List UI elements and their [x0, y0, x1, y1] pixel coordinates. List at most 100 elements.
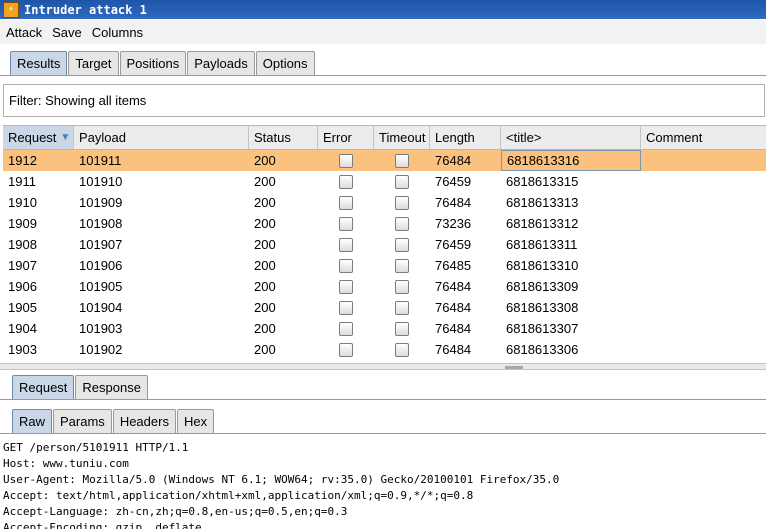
error-checkbox[interactable] [339, 216, 353, 231]
cell-error[interactable] [318, 213, 374, 234]
tab-request[interactable]: Request [12, 375, 75, 399]
tab-headers[interactable]: Headers [112, 409, 176, 433]
cell-timeout[interactable] [374, 276, 430, 297]
cell-error[interactable] [318, 276, 374, 297]
column-length[interactable]: Length [430, 126, 501, 149]
timeout-checkbox[interactable] [395, 216, 409, 231]
cell-error[interactable] [318, 255, 374, 276]
column-error[interactable]: Error [318, 126, 374, 149]
column-comment[interactable]: Comment [641, 126, 766, 149]
cell-status: 200 [254, 300, 276, 315]
table-row[interactable]: 1912 101911 200 76484 6818613316 [3, 150, 766, 171]
divider-grip-icon[interactable] [505, 366, 523, 369]
error-checkbox[interactable] [339, 321, 353, 336]
column-request[interactable]: Request ▼ [3, 126, 74, 149]
cell-payload: 101903 [79, 321, 123, 336]
tab-raw[interactable]: Raw [12, 409, 53, 433]
cell-error[interactable] [318, 192, 374, 213]
table-row[interactable]: 1911 101910 200 76459 6818613315 [3, 171, 766, 192]
cell-length: 73236 [435, 216, 472, 231]
raw-request-editor[interactable]: GET /person/5101911 HTTP/1.1 Host: www.t… [3, 440, 763, 529]
menu-save[interactable]: Save [46, 25, 86, 40]
filter-bar[interactable]: Filter: Showing all items [3, 84, 765, 117]
tab-payloads[interactable]: Payloads [187, 51, 255, 75]
error-checkbox[interactable] [339, 195, 353, 210]
error-checkbox[interactable] [339, 279, 353, 294]
cell-timeout[interactable] [374, 171, 430, 192]
cell-timeout[interactable] [374, 255, 430, 276]
table-row[interactable]: 1907 101906 200 76485 6818613310 [3, 255, 766, 276]
cell-payload: 101902 [79, 342, 123, 357]
table-row[interactable]: 1904 101903 200 76484 6818613307 [3, 318, 766, 339]
cell-timeout[interactable] [374, 150, 430, 171]
timeout-checkbox[interactable] [395, 279, 409, 294]
cell-request: 1911 [8, 174, 36, 189]
cell-title: 6818613309 [506, 279, 579, 294]
cell-comment [641, 297, 766, 318]
table-row[interactable]: 1905 101904 200 76484 6818613308 [3, 297, 766, 318]
cell-title: 6818613310 [506, 258, 579, 273]
error-checkbox[interactable] [339, 174, 353, 189]
table-row[interactable]: 1910 101909 200 76484 6818613313 [3, 192, 766, 213]
table-row[interactable]: 1906 101905 200 76484 6818613309 [3, 276, 766, 297]
cell-request: 1908 [8, 237, 37, 252]
cell-timeout[interactable] [374, 339, 430, 360]
cell-error[interactable] [318, 234, 374, 255]
tab-results[interactable]: Results [10, 51, 68, 75]
cell-request: 1904 [8, 321, 37, 336]
cell-timeout[interactable] [374, 297, 430, 318]
column-status[interactable]: Status [249, 126, 318, 149]
cell-error[interactable] [318, 150, 374, 171]
error-checkbox[interactable] [339, 300, 353, 315]
table-row[interactable]: 1908 101907 200 76459 6818613311 [3, 234, 766, 255]
timeout-checkbox[interactable] [395, 237, 409, 252]
cell-title: 6818613306 [506, 342, 579, 357]
cell-comment [641, 171, 766, 192]
tab-params[interactable]: Params [53, 409, 112, 433]
sort-descending-icon: ▼ [60, 132, 71, 143]
error-checkbox[interactable] [339, 237, 353, 252]
cell-timeout[interactable] [374, 192, 430, 213]
tab-panel-border [0, 75, 766, 76]
timeout-checkbox[interactable] [395, 300, 409, 315]
cell-error[interactable] [318, 297, 374, 318]
cell-error[interactable] [318, 318, 374, 339]
timeout-checkbox[interactable] [395, 174, 409, 189]
timeout-checkbox[interactable] [395, 342, 409, 357]
cell-status: 200 [254, 321, 276, 336]
tab-response[interactable]: Response [75, 375, 148, 399]
tab-positions[interactable]: Positions [119, 51, 187, 75]
tab-target[interactable]: Target [68, 51, 119, 75]
error-checkbox[interactable] [339, 342, 353, 357]
column-title[interactable]: <title> [501, 126, 641, 149]
error-checkbox[interactable] [339, 258, 353, 273]
cell-title: 6818613315 [506, 174, 579, 189]
raw-line: GET /person/5101911 HTTP/1.1 [3, 441, 189, 454]
cell-payload: 101911 [79, 153, 122, 168]
cell-timeout[interactable] [374, 213, 430, 234]
cell-title: 6818613316 [501, 150, 641, 171]
cell-timeout[interactable] [374, 318, 430, 339]
cell-timeout[interactable] [374, 234, 430, 255]
column-payload[interactable]: Payload [74, 126, 249, 149]
cell-title: 6818613313 [506, 195, 579, 210]
column-timeout[interactable]: Timeout [374, 126, 430, 149]
cell-payload: 101906 [79, 258, 123, 273]
table-row[interactable]: 1909 101908 200 73236 6818613312 [3, 213, 766, 234]
tab-hex[interactable]: Hex [176, 409, 215, 433]
timeout-checkbox[interactable] [395, 195, 409, 210]
cell-payload: 101910 [79, 174, 123, 189]
menu-attack[interactable]: Attack [0, 25, 46, 40]
menu-columns[interactable]: Columns [86, 25, 147, 40]
timeout-checkbox[interactable] [395, 153, 409, 168]
menu-bar: Attack Save Columns [0, 20, 766, 44]
tab-options[interactable]: Options [255, 51, 315, 75]
cell-status: 200 [254, 153, 276, 168]
error-checkbox[interactable] [339, 153, 353, 168]
timeout-checkbox[interactable] [395, 258, 409, 273]
cell-error[interactable] [318, 339, 374, 360]
cell-error[interactable] [318, 171, 374, 192]
table-row[interactable]: 1903 101902 200 76484 6818613306 [3, 339, 766, 360]
timeout-checkbox[interactable] [395, 321, 409, 336]
split-pane-divider[interactable] [0, 363, 766, 370]
